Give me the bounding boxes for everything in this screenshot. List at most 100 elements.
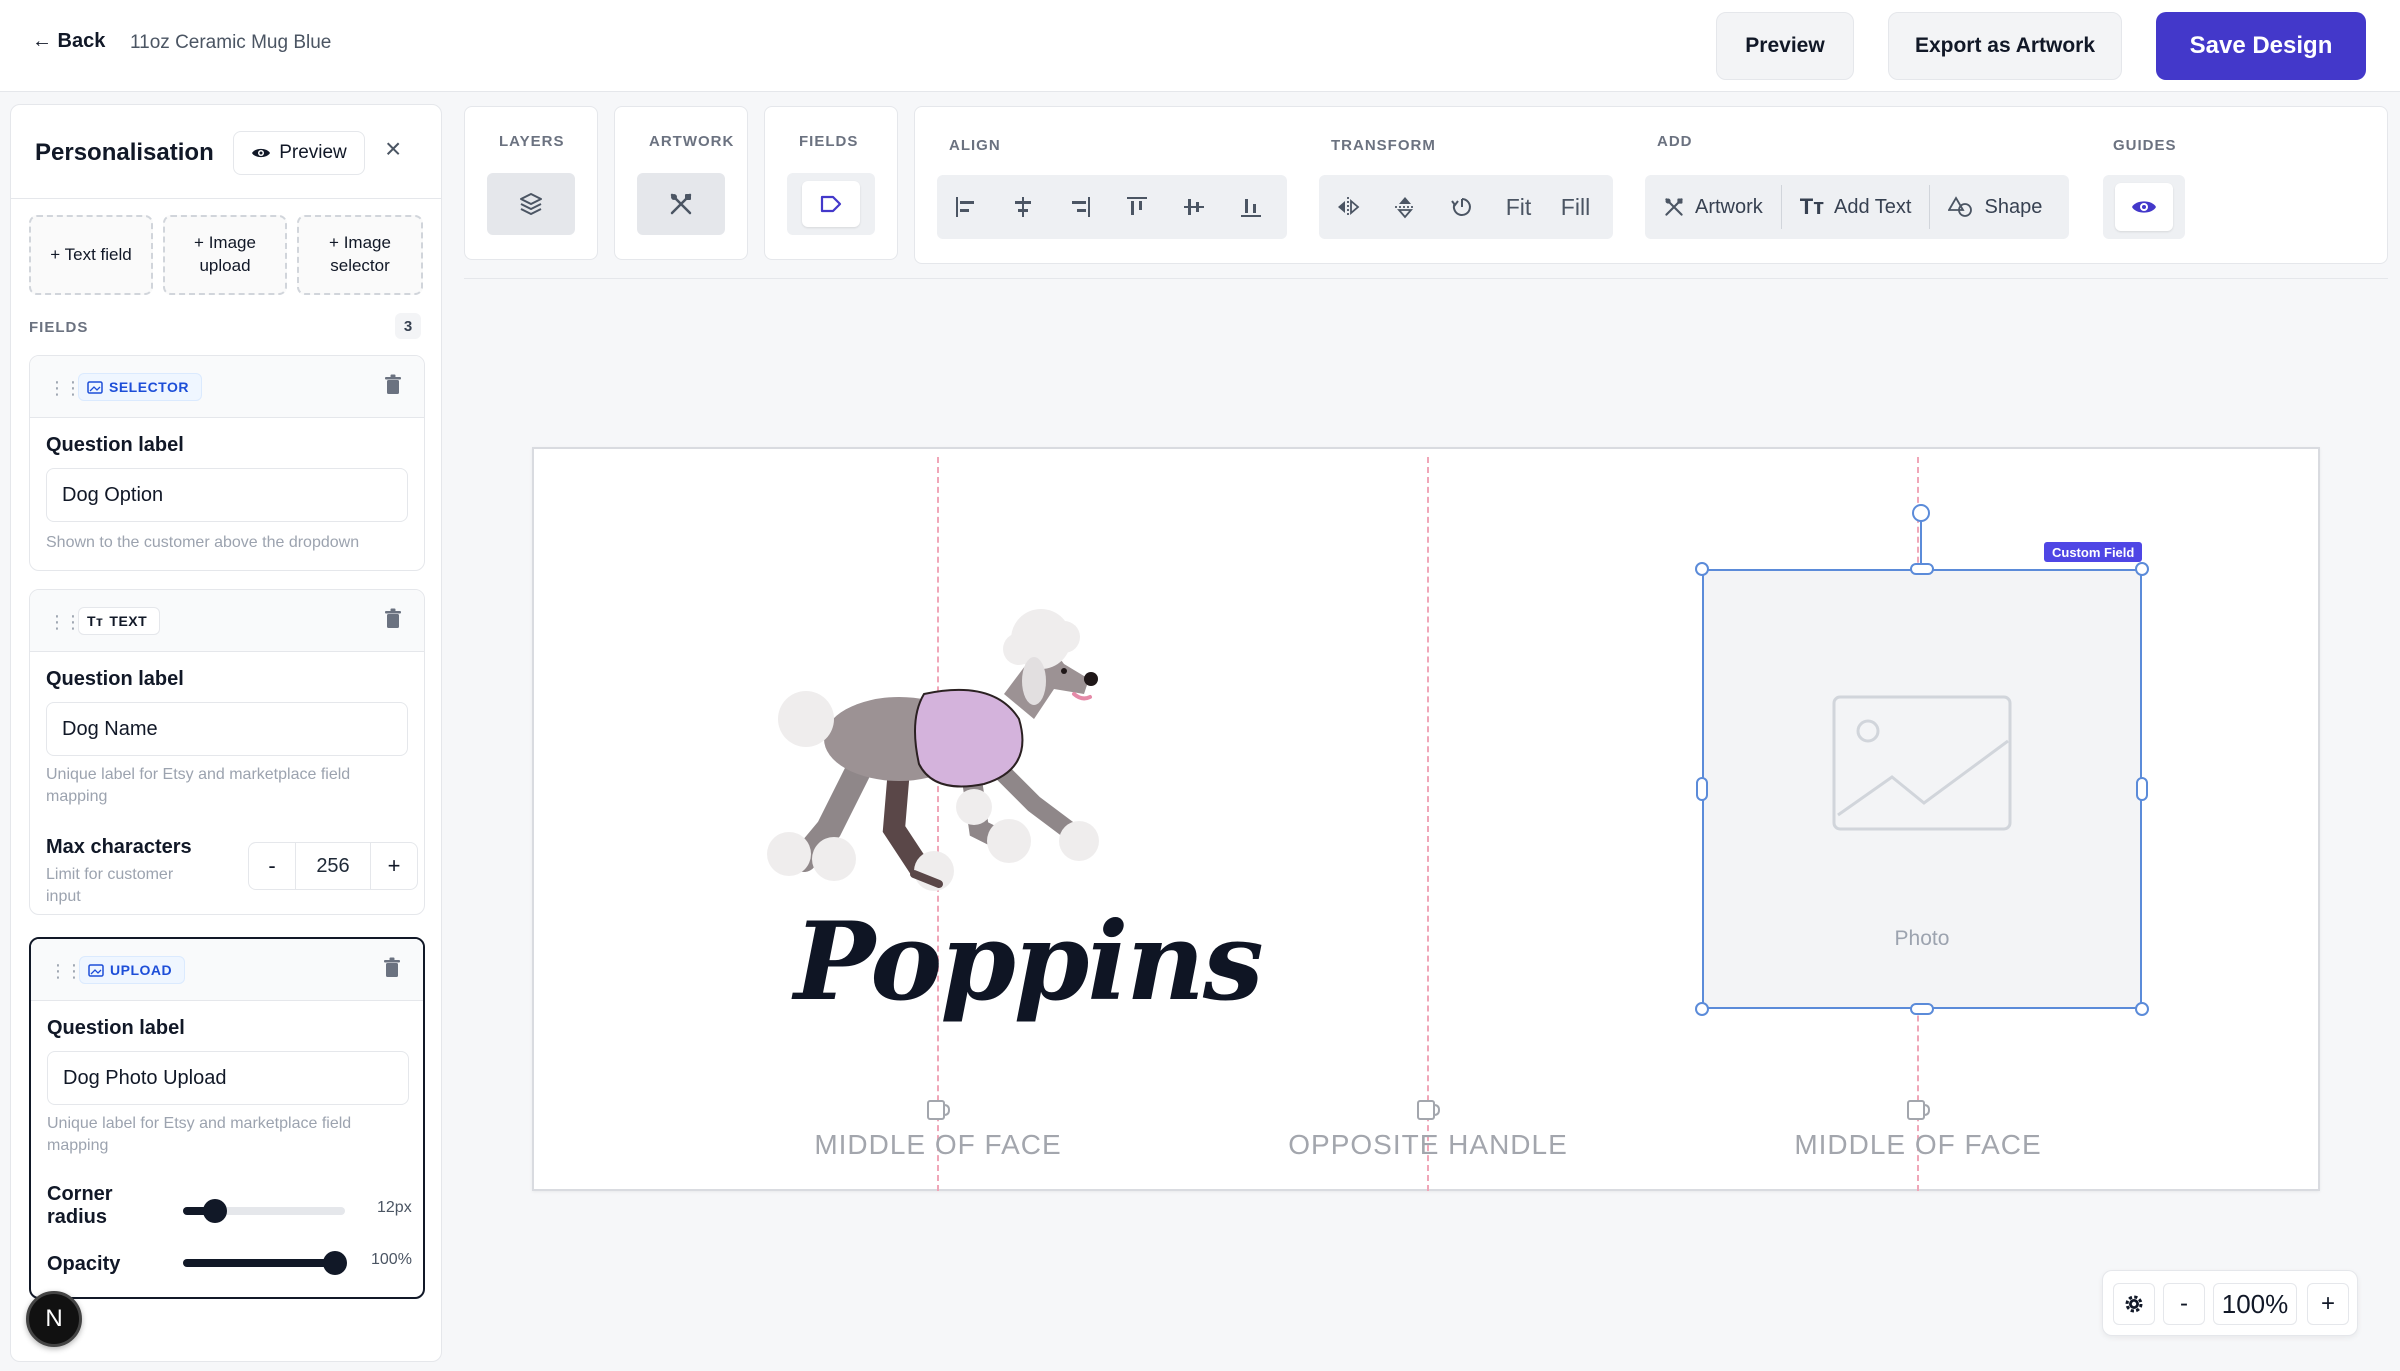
corner-radius-slider[interactable]: [183, 1199, 345, 1223]
align-center-h-icon[interactable]: [994, 175, 1051, 239]
photo-field-placeholder[interactable]: Photo: [1702, 569, 2142, 1009]
zoom-in-button[interactable]: +: [2307, 1283, 2349, 1325]
toolbar-artwork: ARTWORK: [614, 106, 748, 260]
add-group: Artwork Tт Add Text Shape: [1645, 175, 2069, 239]
corner-radius-label-2: radius: [47, 1206, 108, 1228]
top-bar: ← Back 11oz Ceramic Mug Blue Preview Exp…: [0, 0, 2400, 92]
toolbar-main: ALIGN TRANSFORM ADD GUIDES Fit Fill Artw…: [914, 106, 2388, 264]
resize-handle-br[interactable]: [2135, 1002, 2149, 1016]
layers-button[interactable]: [487, 173, 575, 235]
product-name: 11oz Ceramic Mug Blue: [130, 32, 332, 53]
gear-icon: [2125, 1295, 2143, 1313]
trash-icon[interactable]: [384, 608, 402, 630]
resize-handle-bl[interactable]: [1695, 1002, 1709, 1016]
field-type-badge: SELECTOR: [78, 373, 202, 401]
custom-field-tag: Custom Field: [2044, 542, 2143, 562]
resize-handle-bottom[interactable]: [1910, 1003, 1934, 1015]
back-button[interactable]: ← Back: [32, 30, 105, 53]
field-card-selector[interactable]: ⋮⋮ SELECTOR Question label Dog Option Sh…: [29, 355, 425, 571]
drag-handle-icon[interactable]: ⋮⋮: [48, 378, 82, 399]
add-image-selector-label-2: selector: [330, 256, 390, 275]
resize-handle-tl[interactable]: [1695, 562, 1709, 576]
guide-line: [1427, 457, 1429, 1191]
flip-vertical-icon[interactable]: [1376, 175, 1433, 239]
panel-preview-label: Preview: [279, 142, 347, 163]
increment-button[interactable]: +: [371, 853, 417, 879]
text-type-icon: Tт: [87, 613, 104, 629]
guides-toggle[interactable]: [2115, 183, 2173, 231]
field-type-badge: UPLOAD: [79, 956, 186, 984]
rotate-stem: [1920, 514, 1922, 569]
question-label-input[interactable]: Dog Photo Upload: [47, 1051, 409, 1105]
resize-handle-tr[interactable]: [2135, 562, 2149, 576]
field-card-upload[interactable]: ⋮⋮ UPLOAD Question label Dog Photo Uploa…: [29, 937, 425, 1299]
zoom-out-button[interactable]: -: [2163, 1283, 2205, 1325]
add-text-field-button[interactable]: + Text field: [29, 215, 153, 295]
field-type-badge: Tт TEXT: [78, 607, 161, 635]
tag-icon: [820, 195, 842, 213]
question-label-input[interactable]: Dog Name: [46, 702, 408, 756]
layers-label: LAYERS: [499, 133, 565, 150]
field-card-text[interactable]: ⋮⋮ Tт TEXT Question label Dog Name Uniqu…: [29, 589, 425, 915]
user-avatar[interactable]: N: [26, 1291, 82, 1347]
align-label: ALIGN: [949, 137, 1001, 154]
add-text-button[interactable]: Tт Add Text: [1782, 175, 1930, 239]
align-middle-v-icon[interactable]: [1165, 175, 1222, 239]
align-left-icon[interactable]: [937, 175, 994, 239]
photo-label: Photo: [1894, 927, 1950, 950]
mug-canvas[interactable]: Poppins Custom Field Photo MIDDLE OF FAC…: [532, 447, 2320, 1191]
artwork-tools-icon: [670, 193, 692, 215]
align-bottom-icon[interactable]: [1222, 175, 1279, 239]
add-shape-button[interactable]: Shape: [1930, 175, 2060, 239]
panel-header: Personalisation Preview ×: [11, 105, 441, 199]
corner-radius-thumb[interactable]: [203, 1199, 228, 1223]
mug-icon: [1417, 1100, 1440, 1120]
panel-preview-button[interactable]: Preview: [233, 131, 365, 175]
max-characters-value[interactable]: 256: [295, 843, 371, 889]
guides-label: GUIDES: [2113, 137, 2177, 154]
trash-icon[interactable]: [383, 957, 401, 979]
preview-button[interactable]: Preview: [1716, 12, 1854, 80]
resize-handle-right[interactable]: [2136, 777, 2148, 801]
close-panel-icon[interactable]: ×: [385, 135, 401, 163]
align-top-icon[interactable]: [1108, 175, 1165, 239]
add-image-selector-button[interactable]: + Image selector: [297, 215, 423, 295]
opacity-slider[interactable]: [183, 1251, 347, 1275]
drag-handle-icon[interactable]: ⋮⋮: [48, 612, 82, 633]
fields-button[interactable]: [787, 173, 875, 235]
fit-button[interactable]: Fit: [1490, 175, 1547, 239]
add-artwork-button[interactable]: Artwork: [1645, 175, 1781, 239]
face-label-middle-right: MIDDLE OF FACE: [1794, 1129, 2042, 1160]
decrement-button[interactable]: -: [249, 853, 295, 879]
fill-button[interactable]: Fill: [1547, 175, 1604, 239]
mug-icon: [927, 1100, 950, 1120]
question-label-input[interactable]: Dog Option: [46, 468, 408, 522]
image-placeholder-icon: [1832, 695, 2012, 831]
add-image-upload-label-1: + Image: [194, 233, 256, 253]
field-card-header: ⋮⋮ UPLOAD: [31, 939, 423, 1001]
trash-icon[interactable]: [384, 374, 402, 396]
export-artwork-button[interactable]: Export as Artwork: [1888, 12, 2122, 80]
zoom-level: 100%: [2213, 1283, 2297, 1325]
rotate-icon[interactable]: [1433, 175, 1490, 239]
drag-handle-icon[interactable]: ⋮⋮: [49, 961, 83, 982]
max-characters-stepper[interactable]: - 256 +: [248, 842, 418, 890]
transform-label: TRANSFORM: [1331, 137, 1436, 154]
poodle-artwork[interactable]: [734, 609, 1134, 899]
resize-handle-top[interactable]: [1910, 563, 1934, 575]
artwork-button[interactable]: [637, 173, 725, 235]
resize-handle-left[interactable]: [1696, 777, 1708, 801]
opacity-thumb[interactable]: [323, 1251, 347, 1275]
rotate-handle[interactable]: [1912, 504, 1930, 522]
zoom-settings-button[interactable]: [2113, 1283, 2155, 1325]
flip-horizontal-icon[interactable]: [1319, 175, 1376, 239]
corner-radius-label: Corner radius: [47, 1183, 113, 1229]
save-design-button[interactable]: Save Design: [2156, 12, 2366, 80]
opacity-value: 100%: [371, 1251, 412, 1268]
max-characters-label: Max characters: [46, 836, 192, 858]
fields-toolbar-label: FIELDS: [799, 133, 859, 150]
align-right-icon[interactable]: [1051, 175, 1108, 239]
name-text-element[interactable]: Poppins: [794, 899, 1264, 1025]
add-image-upload-button[interactable]: + Image upload: [163, 215, 287, 295]
add-image-selector-label-1: + Image: [329, 233, 391, 253]
